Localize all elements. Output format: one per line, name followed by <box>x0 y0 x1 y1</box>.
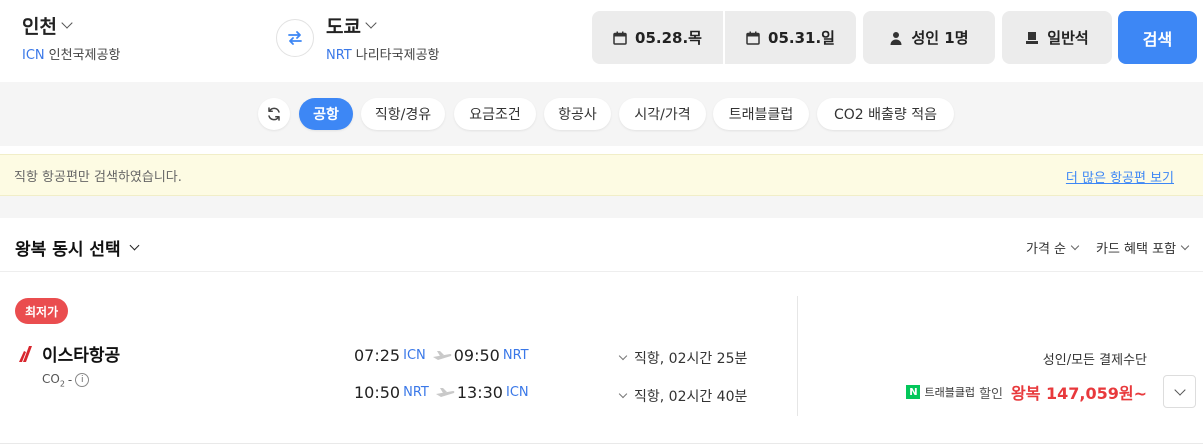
calendar-icon <box>746 31 760 45</box>
more-flights-link[interactable]: 더 많은 항공편 보기 <box>1066 167 1174 186</box>
expand-result-button[interactable] <box>1163 375 1196 408</box>
co2-value: - <box>67 373 73 388</box>
card-benefit-dropdown[interactable]: 카드 혜택 포함 <box>1096 238 1190 257</box>
notice-banner: 직항 항공편만 검색하였습니다. 더 많은 항공편 보기 <box>0 154 1203 196</box>
return-date-button[interactable]: 05.31.일 <box>725 11 856 64</box>
arrival-code: NRT <box>502 348 529 363</box>
destination-selector[interactable]: 도쿄 NRT 나리타국제공항 <box>326 12 440 63</box>
return-date: 05.31.일 <box>768 29 835 47</box>
info-icon[interactable]: i <box>75 373 90 388</box>
section-header: 왕복 동시 선택 가격 순 카드 혜택 포함 <box>0 218 1203 272</box>
divider <box>0 443 1203 444</box>
chevron-down-icon <box>1070 241 1080 250</box>
return-leg: 10:50 NRT 13:30 ICN <box>354 383 535 402</box>
duration-text: 직항, 02시간 40분 <box>634 389 748 405</box>
cabin-class-button[interactable]: 일반석 <box>1002 11 1112 64</box>
departure-code: NRT <box>403 385 429 400</box>
search-button[interactable]: 검색 <box>1118 11 1197 64</box>
price-value[interactable]: 왕복 147,059원~ <box>1011 380 1147 404</box>
filter-chip-co2[interactable]: CO2 배출량 적음 <box>817 98 954 130</box>
chevron-down-icon <box>1173 383 1186 396</box>
filter-chip-time-price[interactable]: 시각/가격 <box>619 98 706 130</box>
filter-bar: 공항 직항/경유 요금조건 항공사 시각/가격 트래블클럽 CO2 배출량 적음 <box>0 82 1203 146</box>
price-block: N 트래블클럽 할인 왕복 147,059원~ <box>906 380 1147 404</box>
card-benefit-label: 카드 혜택 포함 <box>1096 242 1177 257</box>
filter-chip-direct[interactable]: 직항/경유 <box>361 98 445 130</box>
plane-icon <box>435 387 455 397</box>
chevron-down-icon <box>618 389 628 399</box>
swap-route-button[interactable] <box>276 19 314 57</box>
arrival-code: ICN <box>505 385 529 400</box>
arrival-time: 09:50 <box>453 346 500 365</box>
outbound-duration[interactable]: 직항, 02시간 25분 <box>618 348 748 368</box>
departure-date-button[interactable]: 05.28.목 <box>592 11 723 64</box>
departure-time: 07:25 <box>354 346 401 365</box>
outbound-leg: 07:25 ICN 09:50 NRT <box>354 346 535 365</box>
filter-chip-travel-club[interactable]: 트래블클럽 <box>713 98 809 130</box>
origin-city: 인천 <box>22 16 57 38</box>
payment-label: 성인/모든 결제수단 <box>1042 353 1147 368</box>
filter-chip-fare[interactable]: 요금조건 <box>454 98 536 130</box>
co2-info: CO2 - i <box>42 372 90 389</box>
duration-text: 직항, 02시간 25분 <box>634 351 748 367</box>
round-trip-select-toggle[interactable]: 왕복 동시 선택 <box>15 235 140 260</box>
departure-date: 05.28.목 <box>635 29 702 47</box>
sort-dropdown[interactable]: 가격 순 <box>1026 238 1080 257</box>
travel-club-label: 트래블클럽 <box>924 386 976 399</box>
departure-code: ICN <box>403 348 426 363</box>
person-icon <box>890 31 902 45</box>
destination-city: 도쿄 <box>326 16 361 38</box>
chevron-down-icon <box>129 240 140 250</box>
swap-icon <box>288 31 302 45</box>
lowest-price-badge: 최저가 <box>15 298 69 324</box>
return-duration[interactable]: 직항, 02시간 40분 <box>618 386 748 406</box>
co2-label: CO2 <box>42 372 65 389</box>
seat-icon <box>1026 31 1039 44</box>
airline-name-block: 이스타항공 <box>18 341 120 366</box>
chevron-down-icon <box>365 17 377 29</box>
discount-label: 할인 <box>979 386 1003 402</box>
refresh-icon <box>268 107 280 121</box>
origin-selector[interactable]: 인천 ICN 인천국제공항 <box>22 12 120 63</box>
destination-code: NRT <box>326 48 352 63</box>
filter-chip-airport[interactable]: 공항 <box>299 98 353 130</box>
airline-logo-icon <box>19 345 32 362</box>
departure-time: 10:50 <box>354 383 401 402</box>
naver-pay-icon: N <box>906 385 921 399</box>
arrival-time: 13:30 <box>456 383 503 402</box>
sort-label: 가격 순 <box>1026 242 1067 257</box>
chevron-down-icon <box>1180 241 1190 250</box>
passengers-button[interactable]: 성인 1명 <box>863 11 995 64</box>
airline-name: 이스타항공 <box>42 346 121 366</box>
cabin-class-label: 일반석 <box>1047 29 1089 47</box>
plane-icon <box>432 350 452 360</box>
reset-filter-button[interactable] <box>258 98 290 130</box>
section-title: 왕복 동시 선택 <box>15 240 121 260</box>
destination-airport: 나리타국제공항 <box>355 48 440 63</box>
notice-text: 직항 항공편만 검색하였습니다. <box>14 170 182 185</box>
chevron-down-icon <box>618 351 628 361</box>
search-bar: 인천 ICN 인천국제공항 도쿄 NRT 나리타국제공항 05.28.목 05.31… <box>0 0 1203 82</box>
section-gap <box>0 196 1203 218</box>
divider <box>797 296 798 416</box>
origin-airport: 인천국제공항 <box>48 48 121 63</box>
origin-code: ICN <box>22 48 45 63</box>
calendar-icon <box>613 31 627 45</box>
passengers-label: 성인 1명 <box>911 29 969 47</box>
filter-chip-airline[interactable]: 항공사 <box>544 98 611 130</box>
chevron-down-icon <box>61 17 73 29</box>
